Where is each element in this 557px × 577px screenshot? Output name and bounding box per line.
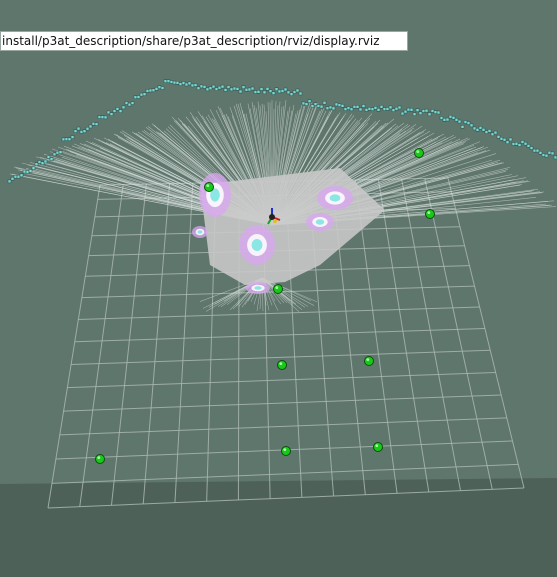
sphere-marker-icon bbox=[95, 454, 105, 464]
sphere-marker-icon bbox=[281, 446, 291, 456]
sphere-marker-icon bbox=[364, 356, 374, 366]
ground-plane bbox=[0, 478, 557, 577]
sphere-marker-icon bbox=[204, 182, 214, 192]
sphere-marker-icon bbox=[414, 148, 424, 158]
sphere-marker-icon bbox=[273, 284, 283, 294]
sphere-marker-icon bbox=[277, 360, 287, 370]
config-path-field[interactable]: install/p3at_description/share/p3at_desc… bbox=[0, 31, 408, 51]
sphere-marker-icon bbox=[425, 209, 435, 219]
3d-viewport[interactable] bbox=[0, 0, 557, 577]
sphere-marker-icon bbox=[373, 442, 383, 452]
